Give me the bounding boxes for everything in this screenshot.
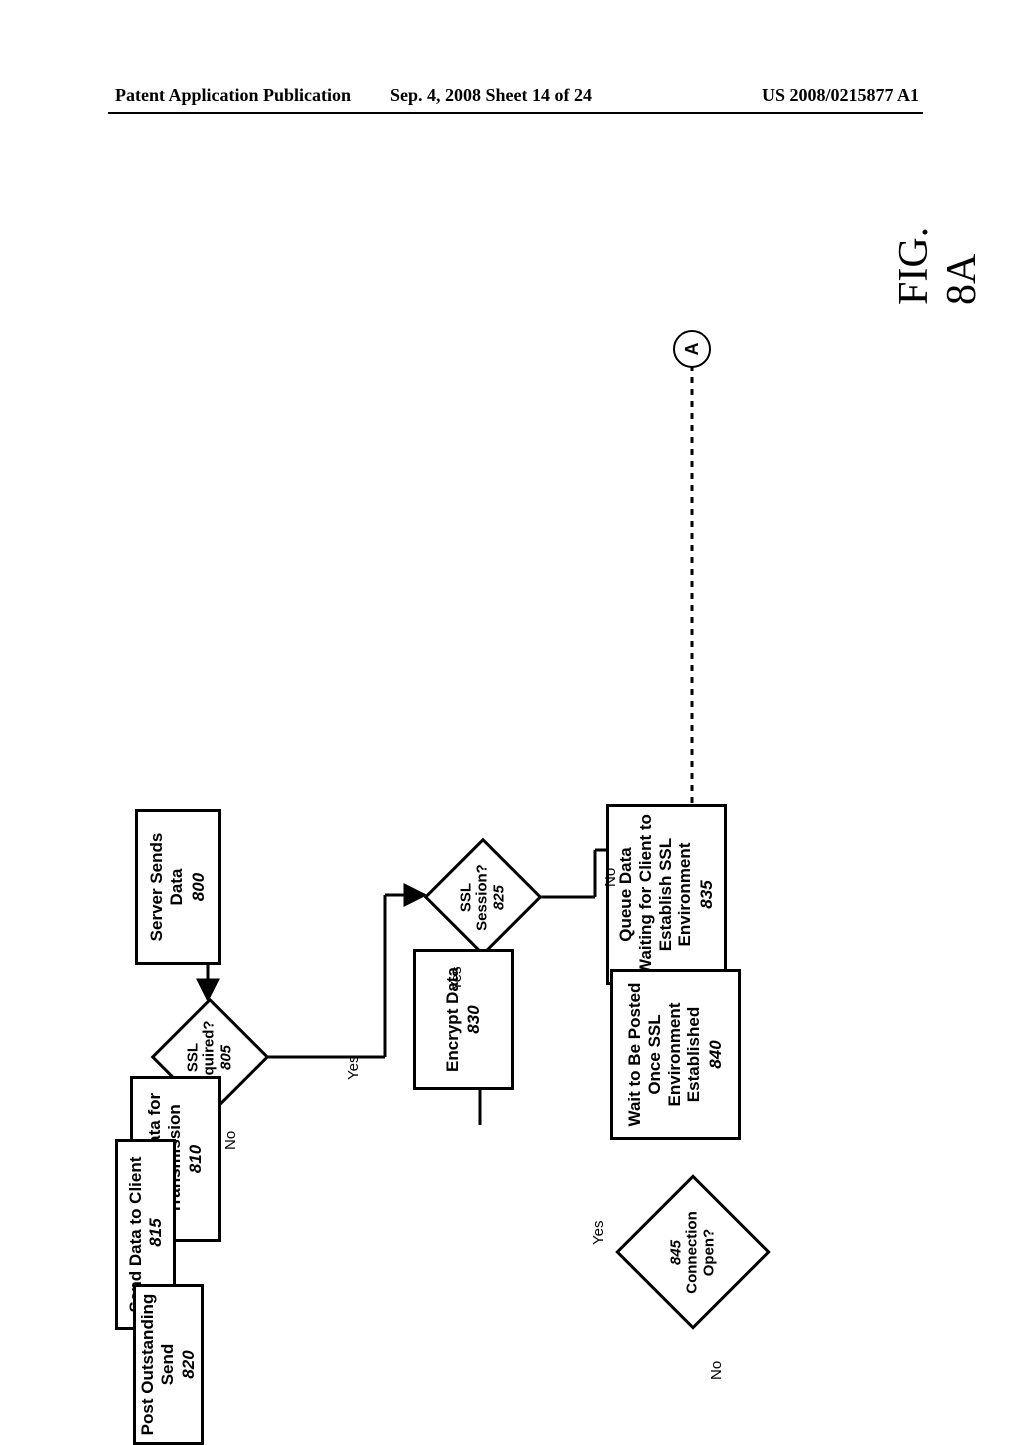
box-num: 800 — [189, 873, 209, 901]
box-wait-posted: Wait to Be PostedOnce SSLEnvironmentEsta… — [610, 969, 741, 1140]
label-805-no: No — [222, 1131, 239, 1150]
box-server-sends-data: Server SendsData 800 — [135, 809, 221, 965]
header-right: US 2008/0215877 A1 — [762, 85, 919, 106]
box-label: Server SendsData — [147, 833, 186, 942]
box-num: 820 — [179, 1350, 199, 1378]
figure-8a: FIG. 8A — [130, 185, 890, 1125]
diamond-connection-open: 845 ConnectionOpen? — [620, 1180, 765, 1325]
box-num: 830 — [464, 1005, 484, 1033]
box-num: 835 — [697, 880, 717, 908]
label-845-no: No — [708, 1361, 725, 1380]
box-num: 810 — [186, 1145, 206, 1173]
figure-title: FIG. 8A — [890, 227, 986, 305]
label-805-yes: Yes — [345, 1056, 362, 1080]
header-center: Sep. 4, 2008 Sheet 14 of 24 — [390, 85, 592, 106]
box-num: 815 — [146, 1218, 165, 1246]
header-rule — [108, 112, 923, 114]
label-825-yes: Yes — [448, 967, 465, 991]
diamond-text: SSLSession? 825 — [458, 840, 508, 955]
box-num: 840 — [706, 1040, 726, 1068]
connector-a: A — [673, 330, 711, 368]
box-label: Post OutstandingSend — [138, 1294, 177, 1436]
header-left: Patent Application Publication — [115, 85, 351, 106]
label-825-no: No — [602, 868, 619, 887]
box-queue-data: Queue DataWaiting for Client toEstablish… — [606, 804, 727, 985]
box-post-outstanding: Post OutstandingSend 820 — [133, 1284, 204, 1445]
diamond-ssl-session: SSLSession? 825 — [425, 840, 540, 955]
label-845-yes: Yes — [590, 1221, 607, 1245]
box-label: Queue DataWaiting for Client toEstablish… — [616, 814, 694, 975]
box-label: Wait to Be PostedOnce SSLEnvironmentEsta… — [625, 983, 703, 1127]
diamond-text: 845 ConnectionOpen? — [668, 1180, 718, 1325]
